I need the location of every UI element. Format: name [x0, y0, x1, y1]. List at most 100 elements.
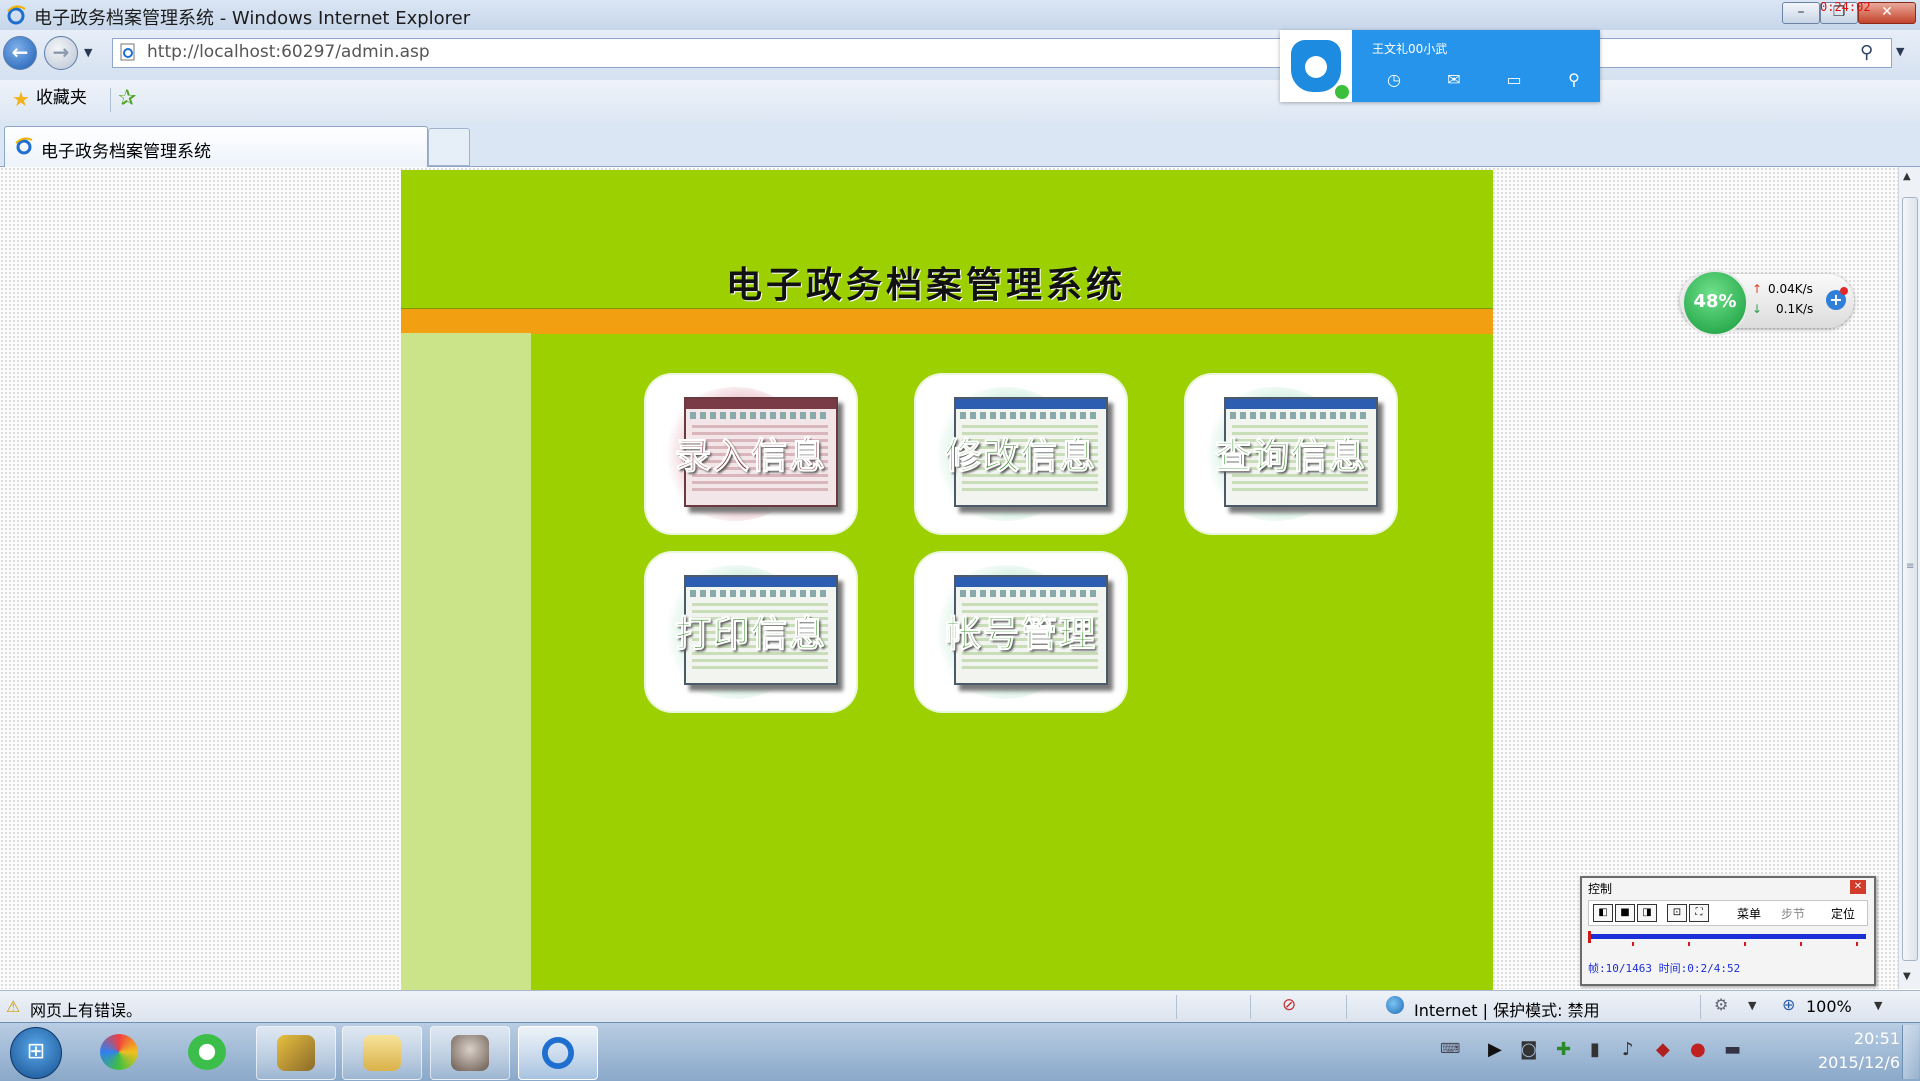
vertical-scrollbar[interactable]: ▲ ≡ ▼	[1898, 167, 1920, 989]
arrow-left-icon: ←	[11, 40, 29, 64]
protected-mode-icon[interactable]: ⚙	[1714, 995, 1728, 1014]
accelerate-icon[interactable]: +	[1826, 287, 1848, 310]
arrow-down-icon: ↓	[1752, 302, 1763, 316]
taskbar-app-browser[interactable]	[168, 1026, 246, 1078]
locate-button[interactable]: 定位	[1831, 905, 1855, 922]
security-icon[interactable]: ◆	[1656, 1039, 1670, 1060]
ie-page-icon	[15, 137, 33, 155]
step-button[interactable]: 步节	[1781, 905, 1805, 922]
qq-icon[interactable]: ●	[1690, 1039, 1706, 1060]
menu-tile-query[interactable]: 查询信息	[1186, 375, 1396, 533]
qq-logo-icon	[1291, 40, 1341, 92]
status-message[interactable]: 网页上有错误。	[30, 997, 142, 1021]
scroll-thumb[interactable]	[1902, 197, 1918, 961]
menu-tile-modify[interactable]: 修改信息	[916, 375, 1126, 533]
fullscreen-button[interactable]: ⛶	[1689, 904, 1709, 922]
window-title: 电子政务档案管理系统 - Windows Internet Explorer	[34, 8, 471, 29]
add-favorite-icon[interactable]: ✰	[118, 86, 136, 111]
security-zone[interactable]: Internet | 保护模式: 禁用	[1414, 997, 1600, 1021]
address-field[interactable]: http://localhost:60297/admin.asp	[112, 38, 1892, 68]
qq-notification[interactable]: 王文礼00小武 ◷ ✉ ▭ ⚲	[1280, 30, 1600, 102]
back-button[interactable]: ←	[3, 36, 37, 70]
display-icon[interactable]: ▬	[1724, 1039, 1741, 1060]
popup-blocked-icon[interactable]: ⊘	[1282, 995, 1296, 1015]
history-icon[interactable]: ◷	[1382, 70, 1406, 90]
ie-logo-icon	[7, 5, 26, 25]
menu-tile-label: 打印信息	[674, 613, 827, 656]
recorder-status: 帧:10/1463 时间:0:2/4:52	[1588, 962, 1741, 975]
favorites-button[interactable]: ★ 收藏夹	[6, 86, 93, 114]
menu-tile-accounts[interactable]: 帐号管理	[916, 553, 1126, 711]
address-url: http://localhost:60297/admin.asp	[147, 42, 430, 62]
new-tab-button[interactable]	[428, 128, 470, 166]
network-icon[interactable]: ▮	[1590, 1039, 1600, 1060]
menu-button[interactable]: 菜单	[1737, 905, 1761, 922]
camera-icon[interactable]: ◙	[1520, 1039, 1537, 1060]
taskbar-app-tools[interactable]	[256, 1026, 336, 1080]
minimize-button[interactable]: –	[1782, 2, 1820, 24]
fit-window-button[interactable]: ⊡	[1667, 904, 1687, 922]
menu-tile-entry[interactable]: 录入信息	[646, 375, 856, 533]
calendar-icon[interactable]: ▭	[1502, 70, 1526, 90]
upload-speed: 0.04K/s	[1768, 282, 1813, 296]
header-band	[401, 308, 1493, 334]
globe-icon	[1386, 996, 1404, 1014]
tab-label: 电子政务档案管理系统	[41, 142, 211, 162]
plus-icon[interactable]: ✚	[1556, 1039, 1571, 1060]
recorder-control-window: 控制 ✕ ◧ ■ ◨ ⊡ ⛶ 菜单 步节 定位 帧:10/1463 时间:0:2…	[1580, 876, 1876, 986]
recorder-toolbar: ◧ ■ ◨ ⊡ ⛶ 菜单 步节 定位	[1588, 900, 1868, 926]
zoom-level[interactable]: 100%	[1806, 997, 1852, 1016]
menu-tile-print[interactable]: 打印信息	[646, 553, 856, 711]
scroll-down-icon[interactable]: ▼	[1903, 971, 1911, 982]
volume-icon[interactable]: ♪	[1622, 1039, 1634, 1060]
chevron-down-icon[interactable]: ▼	[1748, 999, 1756, 1012]
menu-tile-label: 修改信息	[944, 435, 1097, 478]
download-speed: 0.1K/s	[1776, 302, 1814, 316]
taskbar-app-colorful[interactable]	[80, 1026, 158, 1078]
clock-time[interactable]: 20:51	[1780, 1029, 1900, 1048]
taskbar-app-photo[interactable]	[430, 1026, 510, 1080]
tab-bar: 电子政务档案管理系统	[0, 122, 1920, 167]
qq-avatar[interactable]	[1280, 30, 1352, 102]
search-dropdown[interactable]: ▼	[1896, 45, 1904, 58]
ie-icon	[539, 1035, 577, 1071]
usage-ball[interactable]: 48%	[1682, 270, 1748, 336]
grip-icon: ≡	[1906, 561, 1915, 572]
search-icon[interactable]: ⚲	[1562, 70, 1586, 90]
status-bar: ⚠ 网页上有错误。 ⊘ Internet | 保护模式: 禁用 ⚙ ▼ ⊕ 10…	[0, 990, 1920, 1023]
clock-date[interactable]: 2015/12/6	[1780, 1053, 1900, 1072]
taskbar-app-explorer[interactable]	[342, 1026, 422, 1080]
zoom-dropdown[interactable]: ▼	[1874, 999, 1882, 1012]
minimize-icon: –	[1797, 4, 1805, 20]
online-status-icon	[1334, 84, 1350, 100]
photo-icon	[451, 1035, 489, 1071]
timeline-track[interactable]	[1588, 934, 1866, 939]
stop-button[interactable]: ■	[1615, 904, 1635, 922]
favorites-label: 收藏夹	[35, 88, 87, 108]
next-frame-button[interactable]: ◨	[1637, 904, 1657, 922]
network-speed-widget[interactable]: 48% ↑ 0.04K/s ↓ 0.1K/s +	[1680, 270, 1854, 336]
keyboard-icon[interactable]: ⌨	[1440, 1041, 1460, 1057]
prev-frame-button[interactable]: ◧	[1593, 904, 1613, 922]
search-icon[interactable]: ⚲	[1860, 42, 1873, 63]
tab-admin[interactable]: 电子政务档案管理系统	[4, 126, 428, 167]
show-desktop-button[interactable]	[1902, 1025, 1919, 1079]
mail-icon[interactable]: ✉	[1442, 70, 1466, 90]
close-icon[interactable]: ✕	[1850, 880, 1866, 894]
forward-button[interactable]: →	[44, 36, 78, 70]
warning-icon[interactable]: ⚠	[6, 997, 20, 1016]
zoom-icon[interactable]: ⊕	[1782, 995, 1795, 1014]
page-icon	[120, 43, 135, 61]
star-icon: ★	[12, 87, 30, 111]
taskbar-app-ie[interactable]	[518, 1026, 598, 1080]
left-panel	[401, 333, 531, 990]
qq-contact-name: 王文礼00小武	[1372, 42, 1448, 56]
timeline-position-handle[interactable]	[1588, 931, 1591, 943]
play-icon[interactable]: ▶	[1488, 1039, 1502, 1060]
scroll-up-icon[interactable]: ▲	[1903, 171, 1911, 182]
recent-pages-dropdown[interactable]: ▼	[84, 46, 92, 59]
divider	[1346, 995, 1347, 1019]
start-button[interactable]: ⊞	[10, 1027, 62, 1079]
window-title-bar: 电子政务档案管理系统 - Windows Internet Explorer –…	[0, 0, 1920, 31]
menu-tile-label: 录入信息	[674, 435, 827, 478]
